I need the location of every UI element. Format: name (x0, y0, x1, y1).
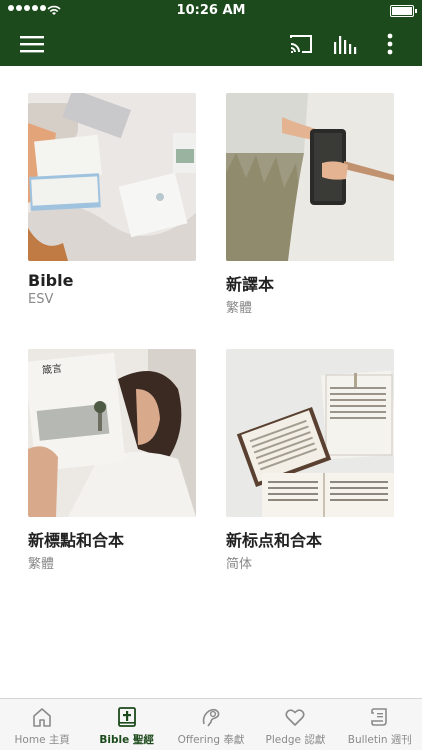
heart-icon (283, 705, 307, 729)
more-options-button[interactable] (374, 28, 406, 60)
card-subtitle: ESV (28, 292, 54, 307)
audio-bars-icon (334, 36, 357, 54)
cast-icon (290, 35, 312, 53)
card-new-translation[interactable]: 新譯本 繁體 (226, 93, 394, 316)
scroll-icon (368, 705, 392, 729)
card-image-reading-on-bed (28, 93, 196, 261)
bible-cross-icon (115, 705, 139, 729)
card-bible-esv[interactable]: Bible ESV (28, 93, 196, 307)
card-subtitle: 繁體 (28, 557, 55, 572)
card-title: 新譯本 (226, 275, 275, 294)
card-title: Bible (28, 271, 74, 290)
card-new-punctuation-union-simplified[interactable]: 新标点和合本 简体 (226, 349, 394, 572)
audio-button[interactable] (329, 28, 361, 60)
tab-bulletin-label: Bulletin 週刊 (347, 734, 412, 746)
menu-button[interactable] (16, 28, 48, 60)
more-vertical-icon (387, 33, 393, 55)
status-bar: 10:26 AM (0, 0, 422, 22)
tab-pledge-label: Pledge 認獻 (265, 734, 326, 746)
tab-bible-label: Bible 聖經 (99, 734, 154, 746)
tab-offering[interactable]: Offering 奉獻 (169, 699, 253, 750)
tab-offering-label: Offering 奉獻 (177, 734, 245, 746)
card-title: 新标点和合本 (226, 531, 323, 550)
tab-home-label: Home 主頁 (14, 734, 70, 746)
card-new-punctuation-union-traditional[interactable]: 箴言 新標點和合本 繁體 (28, 349, 196, 572)
menu-icon (20, 36, 44, 53)
home-icon (30, 705, 54, 729)
app-bar (0, 22, 422, 66)
tab-home[interactable]: Home 主頁 (0, 699, 84, 750)
card-image-holding-bible-in-field (226, 93, 394, 261)
card-title: 新標點和合本 (28, 531, 125, 550)
card-subtitle: 简体 (226, 557, 253, 572)
tab-bulletin[interactable]: Bulletin 週刊 (338, 699, 422, 750)
tab-bible[interactable]: Bible 聖經 (84, 699, 168, 750)
battery-icon (390, 5, 417, 17)
tab-pledge[interactable]: Pledge 認獻 (253, 699, 337, 750)
bottom-tab-bar: Home 主頁 Bible 聖經 Offering 奉獻 Pledge 認獻 B… (0, 698, 422, 750)
card-subtitle: 繁體 (226, 301, 253, 316)
offering-icon (199, 705, 223, 729)
card-image-woman-with-book: 箴言 (28, 349, 196, 517)
status-time: 10:26 AM (176, 3, 246, 18)
cast-button[interactable] (285, 28, 317, 60)
card-image-open-bibles (226, 349, 394, 517)
